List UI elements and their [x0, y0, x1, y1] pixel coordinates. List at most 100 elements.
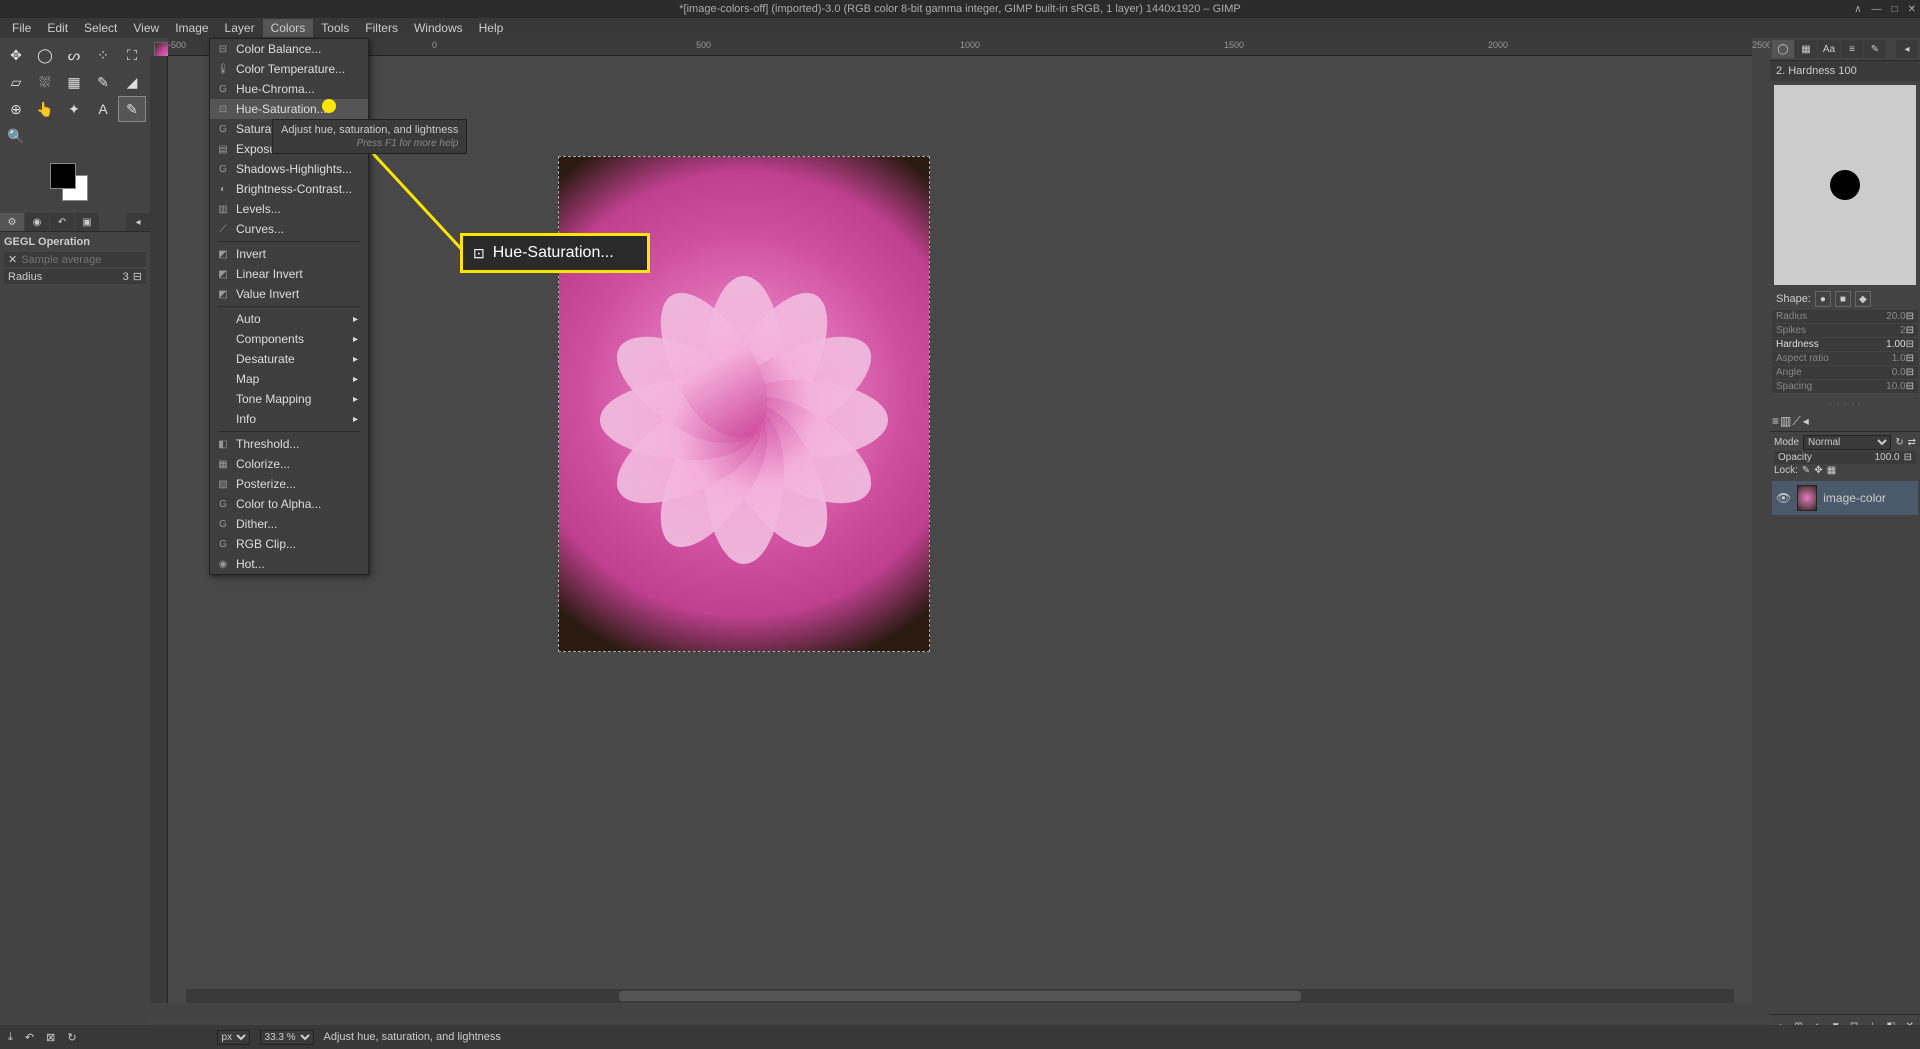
configure-tab-icon[interactable]: ◂ [1896, 40, 1918, 58]
radius-row[interactable]: Radius 3 ⊟ [4, 269, 146, 284]
tool-options-tab[interactable]: ⚙ [0, 213, 24, 231]
menu-select[interactable]: Select [76, 19, 125, 37]
menu-file[interactable]: File [4, 19, 39, 37]
lock-alpha-icon[interactable]: ▦ [1827, 465, 1836, 476]
menu-item-colorize[interactable]: ▦Colorize... [210, 454, 368, 474]
layer-item[interactable]: 👁 image-color [1772, 481, 1918, 515]
menu-item-color-balance[interactable]: ⊟Color Balance... [210, 39, 368, 59]
menu-item-brightness-contrast[interactable]: ◐Brightness-Contrast... [210, 179, 368, 199]
menu-item-hot[interactable]: ◉Hot... [210, 554, 368, 574]
warp-tool[interactable]: ⛆ [31, 69, 59, 95]
color-swatch[interactable] [50, 163, 90, 203]
fg-color[interactable] [50, 163, 76, 189]
menu-windows[interactable]: Windows [406, 19, 471, 37]
unit-select[interactable]: px [217, 1030, 250, 1045]
configure-tab-icon[interactable]: ◂ [1803, 414, 1809, 429]
menu-edit[interactable]: Edit [39, 19, 76, 37]
shape-circle[interactable]: ● [1815, 291, 1831, 307]
undo-icon[interactable]: ↶ [25, 1031, 34, 1044]
mode-select[interactable]: Normal [1803, 435, 1891, 450]
scrollbar-horizontal[interactable] [186, 989, 1734, 1003]
editor-tab[interactable]: ✎ [1864, 40, 1886, 58]
ellipse-select-tool[interactable]: ◯ [31, 42, 59, 68]
crop-tool[interactable]: ⛶ [118, 42, 146, 68]
menu-filters[interactable]: Filters [357, 19, 406, 37]
color-picker-tool[interactable]: ✎ [118, 96, 146, 122]
menu-item-posterize[interactable]: ▨Posterize... [210, 474, 368, 494]
menu-item-color-to-alpha[interactable]: GColor to Alpha... [210, 494, 368, 514]
fonts-tab[interactable]: Aa [1818, 40, 1840, 58]
maximize-icon[interactable]: □ [1892, 4, 1898, 15]
undo-history-tab[interactable]: ↶ [50, 213, 74, 231]
slider-hardness[interactable]: Hardness1.00 ⊟ [1772, 338, 1918, 351]
menu-item-color-temperature[interactable]: 🌡Color Temperature... [210, 59, 368, 79]
menu-colors[interactable]: Colors [263, 19, 314, 37]
menu-item-hue-saturation[interactable]: ⊡Hue-Saturation... [210, 99, 368, 119]
menu-item-desaturate[interactable]: Desaturate▸ [210, 349, 368, 369]
paths-tab[interactable]: ⟋ [1792, 414, 1800, 429]
sample-average-input[interactable] [21, 254, 142, 266]
lock-position-icon[interactable]: ✥ [1814, 465, 1822, 476]
menu-layer[interactable]: Layer [217, 19, 263, 37]
history-tab[interactable]: ≡ [1841, 40, 1863, 58]
device-status-tab[interactable]: ◉ [25, 213, 49, 231]
layer-name[interactable]: image-color [1823, 491, 1886, 505]
panel-divider[interactable]: · · · · · [1770, 394, 1920, 412]
menu-item-value-invert[interactable]: ◩Value Invert [210, 284, 368, 304]
canvas-viewport[interactable] [168, 56, 1752, 1003]
stepper-icon[interactable]: ⊟ [1906, 339, 1914, 350]
menu-item-tone-mapping[interactable]: Tone Mapping▸ [210, 389, 368, 409]
cancel-icon[interactable]: ⊠ [46, 1031, 55, 1044]
smudge-tool[interactable]: 👆 [31, 96, 59, 122]
mode-toggle-icon[interactable]: ⇄ [1908, 437, 1916, 448]
brushes-tab[interactable]: ◯ [1772, 40, 1794, 58]
channels-tab[interactable]: ▥ [1780, 414, 1791, 429]
clone-tool[interactable]: ⊕ [2, 96, 30, 122]
shape-square[interactable]: ■ [1835, 291, 1851, 307]
redo-icon[interactable]: ↻ [67, 1031, 76, 1044]
mode-reset-icon[interactable]: ↻ [1895, 437, 1903, 448]
layers-tab[interactable]: ≡ [1772, 414, 1779, 429]
minimize-icon[interactable]: — [1872, 4, 1882, 15]
menu-view[interactable]: View [125, 19, 167, 37]
brush-preview[interactable] [1774, 85, 1916, 285]
menu-item-levels[interactable]: ▥Levels... [210, 199, 368, 219]
menu-help[interactable]: Help [471, 19, 512, 37]
fuzzy-select-tool[interactable]: ⁘ [89, 42, 117, 68]
menu-item-shadows-highlights[interactable]: GShadows-Highlights... [210, 159, 368, 179]
menu-item-hue-chroma[interactable]: GHue-Chroma... [210, 79, 368, 99]
sample-average-row[interactable]: ✕ [4, 252, 146, 267]
menu-item-dither[interactable]: GDither... [210, 514, 368, 534]
menu-item-info[interactable]: Info▸ [210, 409, 368, 429]
save-icon[interactable]: ⤓ [8, 1031, 13, 1044]
menu-tools[interactable]: Tools [313, 19, 357, 37]
move-tool[interactable]: ✥ [2, 42, 30, 68]
zoom-tool[interactable]: 🔍 [2, 123, 30, 149]
menu-item-map[interactable]: Map▸ [210, 369, 368, 389]
image-canvas[interactable] [558, 156, 930, 652]
menu-item-linear-invert[interactable]: ◩Linear Invert [210, 264, 368, 284]
eraser-tool[interactable]: ◢ [118, 69, 146, 95]
menu-item-threshold[interactable]: ◧Threshold... [210, 434, 368, 454]
patterns-tab[interactable]: ▦ [1795, 40, 1817, 58]
opacity-value[interactable]: 100.0 [1875, 452, 1900, 463]
free-select-tool[interactable]: ᔕ [60, 42, 88, 68]
menu-item-curves[interactable]: ⟋Curves... [210, 219, 368, 239]
unified-transform-tool[interactable]: ▱ [2, 69, 30, 95]
menu-item-rgb-clip[interactable]: GRGB Clip... [210, 534, 368, 554]
keep-above-icon[interactable]: ∧ [1854, 4, 1861, 15]
close-icon[interactable]: ✕ [1908, 4, 1916, 15]
layer-thumbnail[interactable] [1797, 485, 1817, 511]
zoom-select[interactable]: 33.3 % [260, 1030, 314, 1045]
images-tab[interactable]: ▣ [75, 213, 99, 231]
path-tool[interactable]: ✦ [60, 96, 88, 122]
menu-item-auto[interactable]: Auto▸ [210, 309, 368, 329]
visibility-icon[interactable]: 👁 [1776, 491, 1791, 505]
configure-tab-icon[interactable]: ◂ [126, 213, 150, 231]
shape-diamond[interactable]: ◆ [1855, 291, 1871, 307]
lock-pixels-icon[interactable]: ✎ [1802, 465, 1810, 476]
menu-image[interactable]: Image [167, 19, 216, 37]
menu-item-components[interactable]: Components▸ [210, 329, 368, 349]
pencil-tool[interactable]: ✎ [89, 69, 117, 95]
menu-item-invert[interactable]: ◩Invert [210, 244, 368, 264]
